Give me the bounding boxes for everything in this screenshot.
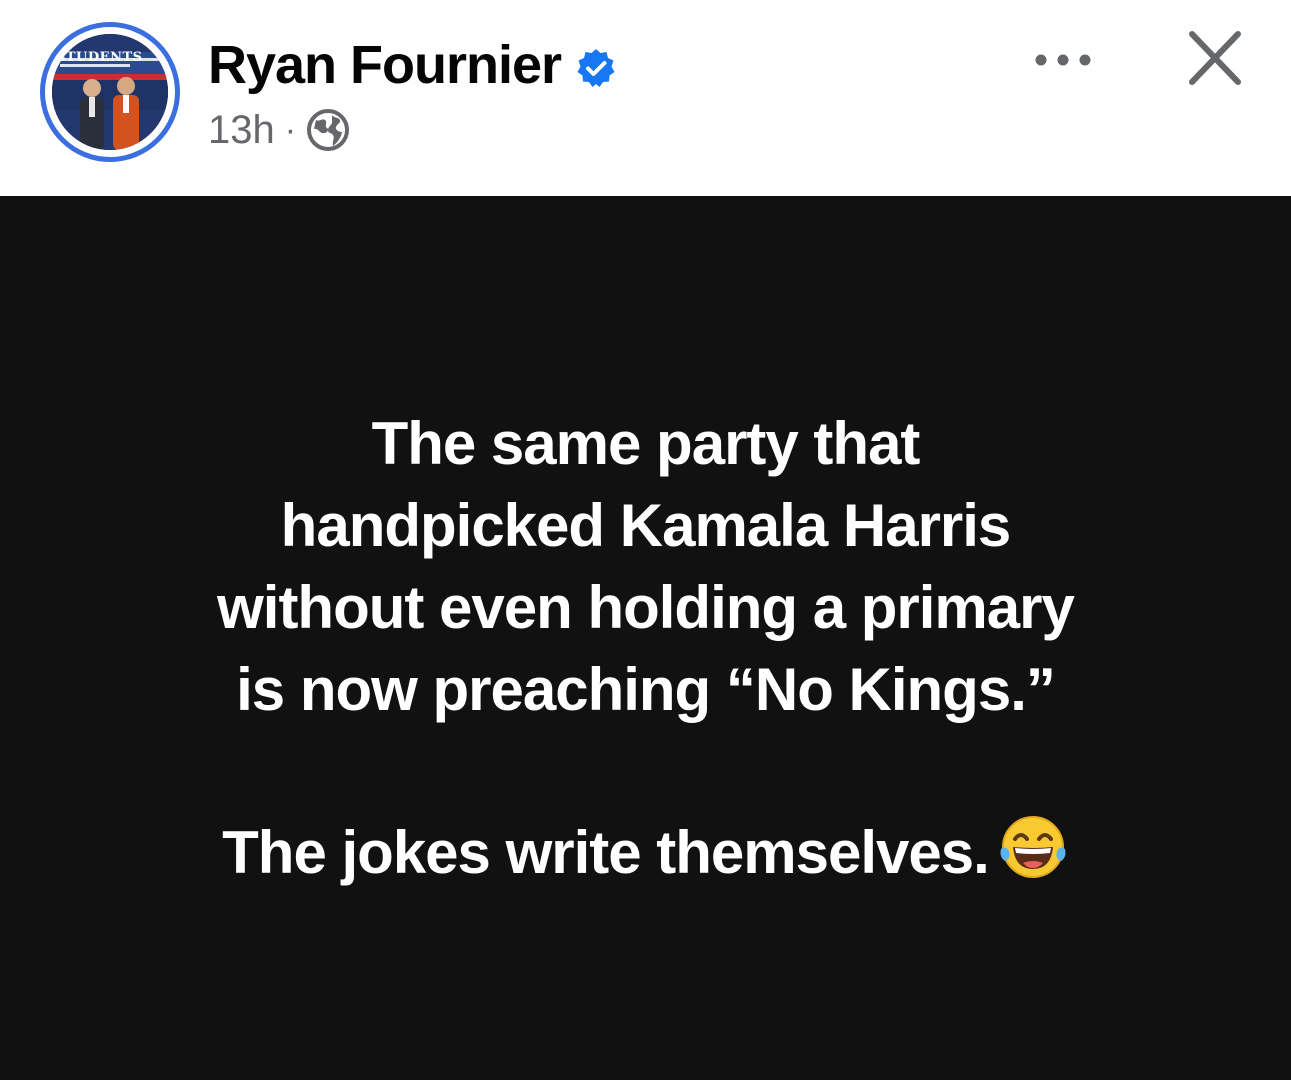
author-row: Ryan Fournier [208, 30, 617, 100]
globe-icon[interactable] [306, 108, 350, 152]
verified-badge-icon [575, 47, 617, 89]
avatar-photo: STUDENTS [52, 34, 168, 150]
post-body[interactable]: The same party that handpicked Kamala Ha… [0, 196, 1291, 1080]
post-text-line: is now preaching “No Kings.” [236, 656, 1056, 723]
laughing-tears-emoji-icon [997, 811, 1069, 883]
avatar-banner-text: STUDENTS [56, 50, 143, 65]
meta-separator: · [284, 110, 297, 149]
post-text-line: The jokes write themselves. [222, 819, 990, 886]
post-meta: 13h · [208, 104, 350, 156]
author-name[interactable]: Ryan Fournier [208, 34, 562, 96]
post-text: The same party that handpicked Kamala Ha… [40, 403, 1251, 894]
post-timestamp[interactable]: 13h [208, 108, 275, 153]
post-text-line: The same party that [371, 410, 921, 477]
post-header: STUDENTS Ryan Fournier 13h · [0, 0, 1291, 196]
post-text-line: handpicked Kamala Harris [280, 492, 1012, 559]
more-options-icon[interactable] [1028, 42, 1098, 78]
close-icon[interactable] [1180, 28, 1252, 92]
post-text-line: without even holding a primary [217, 574, 1075, 641]
post-text-last-line: The jokes write themselves. [40, 811, 1251, 894]
avatar[interactable]: STUDENTS [40, 22, 180, 162]
